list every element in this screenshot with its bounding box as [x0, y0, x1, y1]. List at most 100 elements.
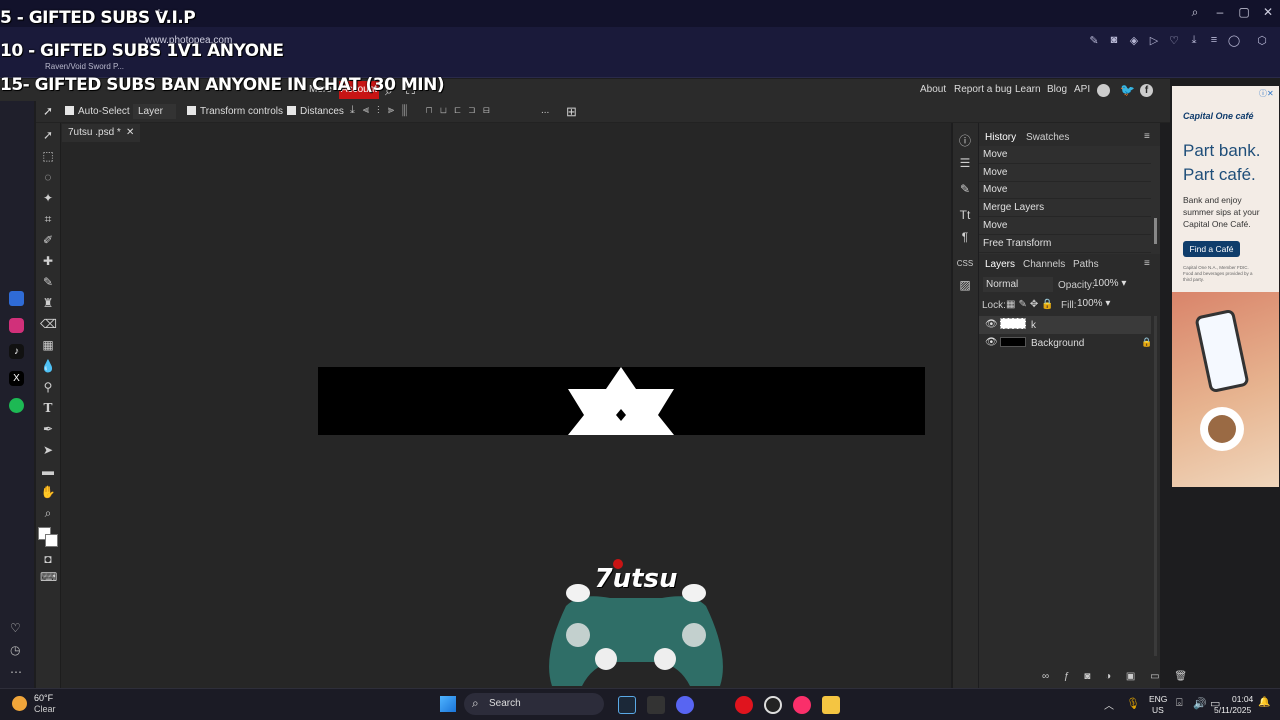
aria-icon[interactable] — [9, 291, 24, 306]
twitter-icon[interactable]: 🐦 — [1120, 83, 1135, 97]
paragraph-icon[interactable]: ¶ — [957, 229, 973, 245]
layers-scrollbar[interactable] — [1154, 316, 1157, 656]
heart-icon[interactable]: ♡ — [10, 621, 21, 635]
layer-select[interactable]: Layer — [133, 104, 176, 119]
document-canvas[interactable] — [318, 367, 925, 435]
play-icon[interactable]: ▷ — [1147, 34, 1161, 48]
panel-menu-icon[interactable]: ≡ — [1144, 258, 1150, 269]
tab-paths[interactable]: Paths — [1073, 259, 1099, 270]
network-icon[interactable]: ⌺ — [1176, 697, 1183, 710]
menu-api[interactable]: API — [1074, 84, 1090, 95]
color-swatches[interactable] — [38, 527, 60, 549]
history-item[interactable]: Move — [979, 217, 1151, 235]
move-icon[interactable]: ➚ — [40, 127, 56, 143]
arrange-icon[interactable]: ⊞ — [566, 104, 577, 120]
screen-mode-icon[interactable]: ⌨ — [40, 569, 57, 585]
menu-report-bug[interactable]: Report a bug — [954, 84, 1012, 95]
edit-icon[interactable]: ✎ — [1087, 34, 1101, 48]
pen-icon[interactable]: ✒ — [40, 421, 56, 437]
obs-icon[interactable] — [764, 696, 782, 714]
ad-choices-icon[interactable]: ⓘ✕ — [1259, 88, 1274, 99]
layer-row[interactable]: 👁 Background 🔒 — [979, 334, 1152, 352]
healing-icon[interactable]: ✚ — [40, 253, 56, 269]
spotify-icon[interactable] — [9, 398, 24, 413]
minimize-icon[interactable]: – — [1210, 5, 1230, 21]
history-item[interactable]: Free Transform — [979, 235, 1151, 253]
lasso-icon[interactable]: ◌ — [40, 169, 56, 185]
opacity-input[interactable]: 100% ▾ — [1093, 278, 1129, 292]
options-more[interactable]: ... — [541, 105, 549, 116]
character-icon[interactable]: Tt — [957, 207, 973, 223]
reddit-icon[interactable] — [1097, 84, 1110, 97]
eraser-icon[interactable]: ⌫ — [40, 316, 57, 332]
history-item[interactable]: Move — [979, 164, 1151, 182]
panel-menu-icon[interactable]: ≡ — [1144, 131, 1150, 142]
advertisement[interactable]: Capital One café Part bank. Part café. B… — [1172, 86, 1279, 487]
background-color[interactable] — [45, 534, 58, 547]
weather-icon[interactable] — [12, 696, 27, 711]
instagram-icon[interactable] — [9, 318, 24, 333]
download-icon[interactable]: ⤓ — [1187, 34, 1201, 48]
magic-wand-icon[interactable]: ✦ — [40, 190, 56, 206]
close-tab-icon[interactable]: ✕ — [126, 124, 134, 142]
more-dots-icon[interactable]: ⋯ — [10, 665, 22, 679]
menu-icon[interactable]: ≡ — [1207, 34, 1221, 48]
tab-layers[interactable]: Layers — [985, 259, 1015, 270]
tiktok-icon[interactable]: ♪ — [9, 344, 24, 359]
auto-select-checkbox[interactable]: Auto-Select — [65, 106, 130, 117]
close-icon[interactable]: ✕ — [1258, 5, 1278, 21]
history-item[interactable]: Move — [979, 181, 1151, 199]
bookmark-item[interactable]: Raven/Void Sword P... — [45, 60, 124, 72]
align-icons[interactable]: ⤓⫷⫶⫸⫼ ⊓⊔⊏⊐⊟ — [350, 104, 545, 118]
music-icon[interactable] — [793, 696, 811, 714]
layer-row[interactable]: 👁 k — [979, 316, 1151, 334]
opera-icon[interactable] — [735, 696, 753, 714]
tab-history[interactable]: History — [985, 132, 1016, 143]
menu-blog[interactable]: Blog — [1047, 84, 1067, 95]
taskbar-search[interactable]: ⌕ Search — [464, 693, 604, 715]
visibility-eye-icon[interactable]: 👁 — [985, 319, 998, 330]
history-item[interactable]: Move — [979, 146, 1151, 164]
stamp-icon[interactable]: ♜ — [40, 295, 56, 311]
lang-line-1[interactable]: ENG — [1149, 694, 1167, 704]
discord-icon[interactable] — [676, 696, 694, 714]
hand-icon[interactable]: ✋ — [40, 484, 56, 500]
menu-about[interactable]: About — [920, 84, 946, 95]
history-icon[interactable]: ◷ — [10, 643, 20, 657]
volume-icon[interactable]: 🔊 — [1193, 697, 1207, 710]
epic-games-icon[interactable] — [647, 696, 665, 714]
search-tabs-icon[interactable]: ⌕ — [1185, 5, 1205, 21]
facebook-icon[interactable]: f — [1140, 84, 1153, 97]
shape-icon[interactable]: ▬ — [40, 463, 56, 479]
microphone-icon[interactable]: 🎙 — [1126, 697, 1140, 710]
lock-icons[interactable]: ▦✎✥🔒 — [1006, 299, 1057, 310]
gradient-icon[interactable]: ▦ — [40, 337, 56, 353]
steam-icon[interactable] — [618, 696, 636, 714]
notification-icon[interactable]: 🔔 — [1258, 697, 1270, 708]
history-item[interactable]: Merge Layers — [979, 199, 1151, 217]
properties-icon[interactable]: ☰ — [957, 155, 973, 171]
quick-mask-icon[interactable]: ◘ — [40, 551, 56, 567]
move-tool-icon[interactable]: ➚ — [43, 104, 53, 118]
path-select-icon[interactable]: ➤ — [40, 442, 56, 458]
shield-icon[interactable]: ◈ — [1127, 34, 1141, 48]
info-icon[interactable]: ⓘ — [957, 133, 973, 149]
extension-icon[interactable]: ⬡ — [1255, 34, 1269, 48]
visibility-eye-icon[interactable]: 👁 — [985, 337, 998, 348]
weather-temp[interactable]: 60°F — [34, 693, 53, 703]
fill-input[interactable]: 100% ▾ — [1077, 298, 1117, 312]
image-icon[interactable]: ▨ — [957, 277, 973, 293]
blur-icon[interactable]: 💧 — [40, 358, 56, 374]
css-icon[interactable]: CSS — [955, 256, 975, 272]
ad-cta-button[interactable]: Find a Café — [1183, 241, 1240, 257]
tab-channels[interactable]: Channels — [1023, 259, 1065, 270]
camera-icon[interactable]: ◙ — [1107, 34, 1121, 48]
profile-icon[interactable]: ◯ — [1227, 34, 1241, 48]
x-icon[interactable]: X — [9, 371, 24, 386]
history-scrollbar[interactable] — [1154, 218, 1157, 244]
eyedropper-icon[interactable]: ✐ — [40, 232, 56, 248]
blend-mode-select[interactable]: Normal — [983, 277, 1053, 292]
zoom-icon[interactable]: ⌕ — [40, 505, 56, 521]
dodge-icon[interactable]: ⚲ — [40, 379, 56, 395]
brush-icon[interactable]: ✎ — [40, 274, 56, 290]
